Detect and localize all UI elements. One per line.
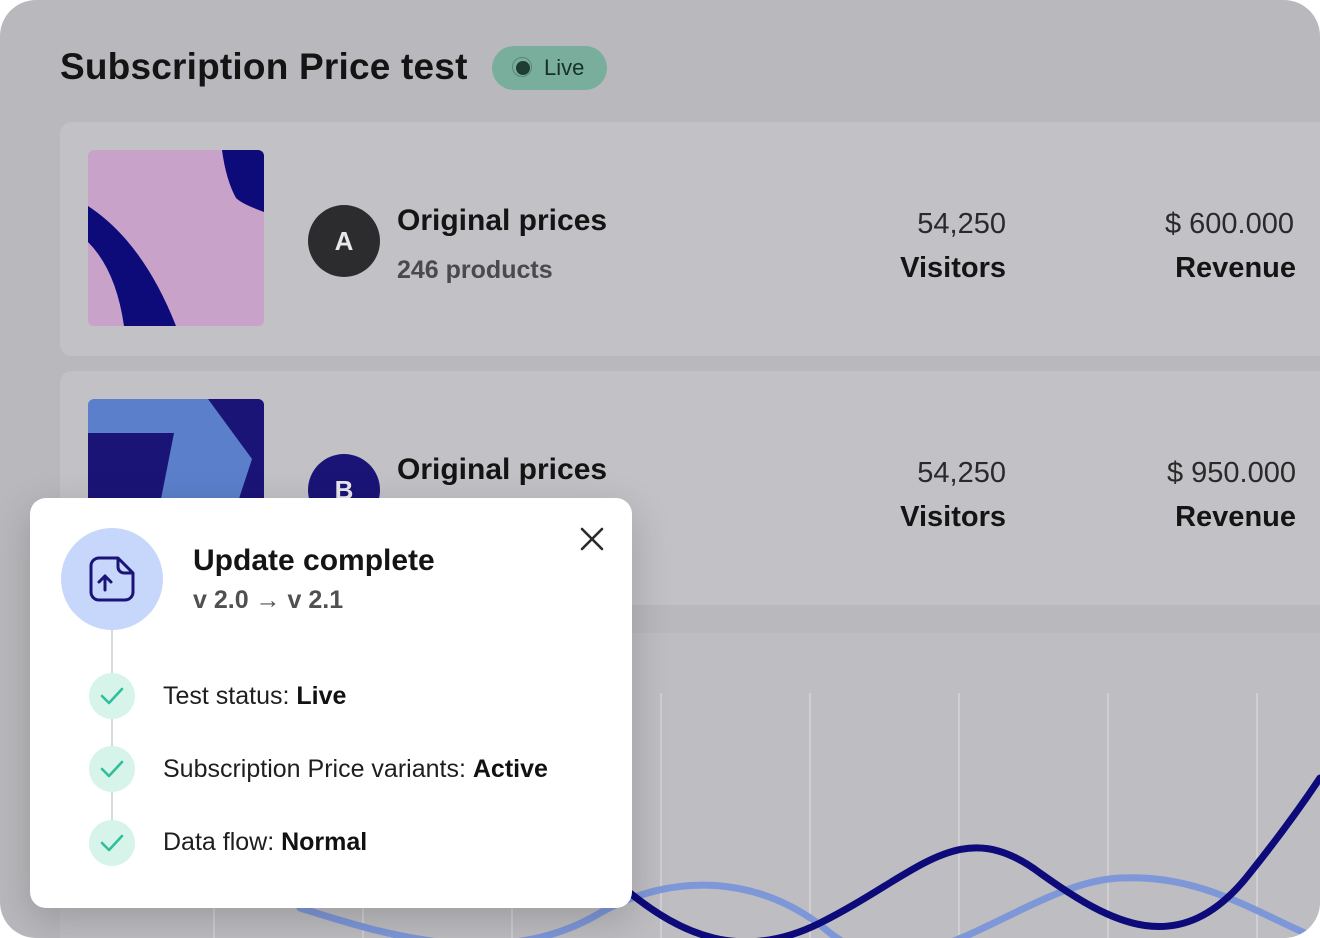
status-row-test-status: Test status: Live: [163, 682, 346, 711]
variant-a-thumbnail: [88, 150, 264, 326]
variant-a-name: Original prices: [397, 204, 608, 237]
variant-b-name: Original prices: [397, 453, 608, 486]
status-row-label: Test status:: [163, 682, 297, 710]
toast-close-button[interactable]: [575, 522, 609, 556]
variant-b-visitors-label: Visitors: [900, 501, 1006, 533]
live-dot-icon: [512, 57, 532, 77]
status-badge: Live: [492, 46, 607, 90]
variant-b-visitors-value: 54,250: [917, 457, 1006, 489]
toast-icon-badge: [61, 528, 163, 630]
status-badge-label: Live: [544, 55, 585, 80]
status-row-variants: Subscription Price variants: Active: [163, 755, 548, 784]
status-timeline: [111, 630, 113, 835]
variant-b-revenue-value: $ 950.000: [1166, 457, 1296, 489]
status-row-value: Active: [472, 755, 548, 783]
status-row-data-flow: Data flow: Normal: [163, 828, 367, 857]
status-check-icon: [89, 673, 135, 719]
status-row-label: Subscription Price variants:: [163, 755, 473, 783]
variant-a-products: 246 products: [397, 256, 553, 284]
series-primary-line: [626, 774, 1320, 938]
variant-card-a[interactable]: A Original prices 246 products 54,250 Vi…: [60, 122, 1320, 356]
page-title: Subscription Price test: [60, 46, 468, 87]
toast-version: v 2.0 → v 2.1: [193, 586, 344, 614]
app-frame: Subscription Price test Live A Original …: [0, 0, 1320, 938]
variant-a-revenue-value: $ 600.000: [1164, 208, 1294, 240]
toast-title: Update complete: [193, 544, 435, 577]
close-icon: [580, 527, 604, 551]
variant-b-revenue-label: Revenue: [1175, 501, 1296, 533]
variant-a-revenue-label: Revenue: [1175, 252, 1296, 284]
status-row-value: Normal: [281, 828, 368, 856]
status-check-icon: [89, 746, 135, 792]
file-upload-icon: [89, 556, 135, 602]
status-row-label: Data flow:: [163, 828, 282, 856]
status-check-icon: [89, 820, 135, 866]
variant-a-visitors-value: 54,250: [917, 208, 1006, 240]
variant-a-avatar: A: [308, 205, 380, 277]
status-row-value: Live: [296, 682, 347, 710]
variant-a-visitors-label: Visitors: [900, 252, 1006, 284]
